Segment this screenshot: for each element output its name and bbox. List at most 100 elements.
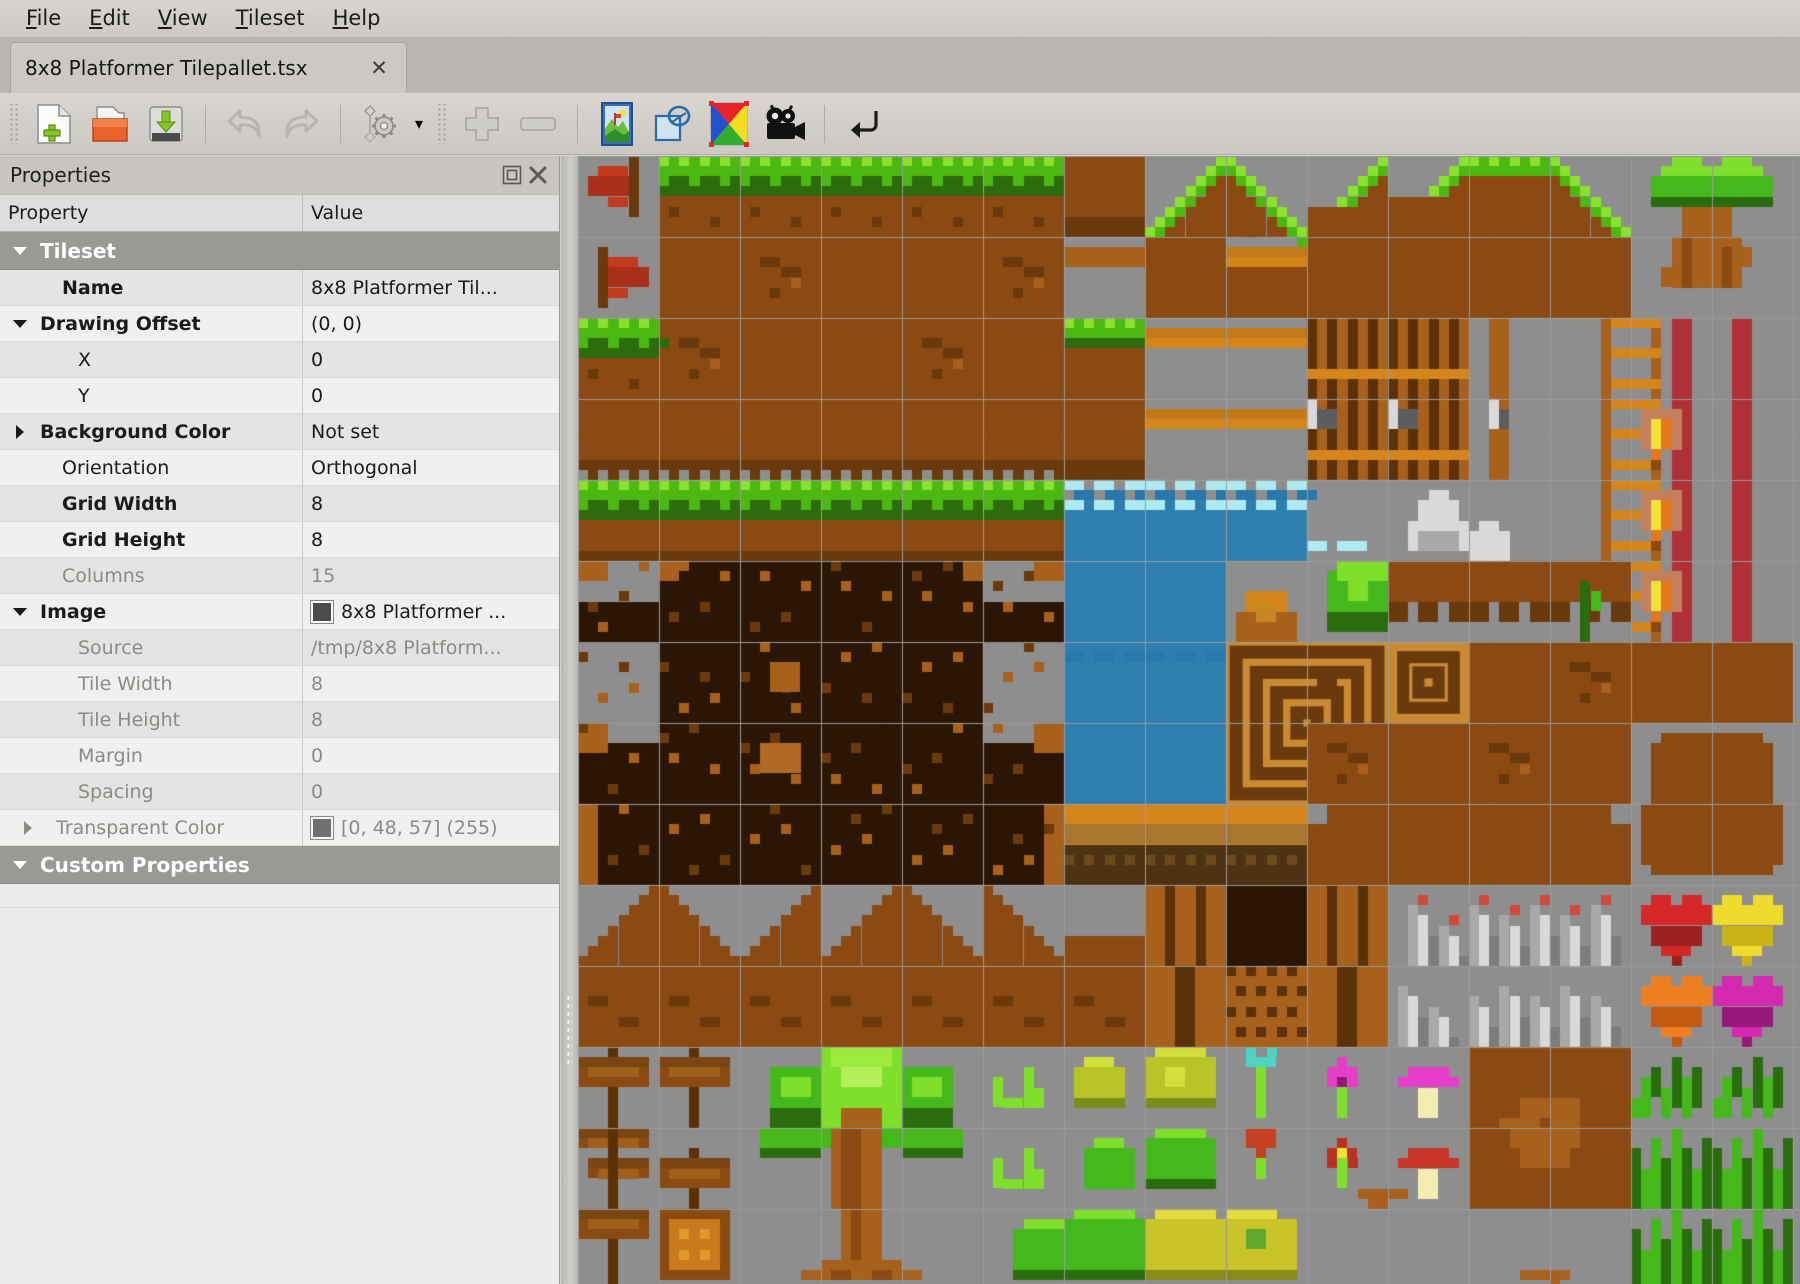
table-row[interactable]: Transparent Color [0, 48, 57] (255) [0,810,559,846]
property-value: 8 [311,673,323,695]
tile-collision-editor-icon[interactable] [647,98,699,150]
table-row[interactable]: Image 8x8 Platformer ... [0,594,559,630]
menu-tileset[interactable]: Tileset [222,6,319,31]
property-name: Grid Height [62,529,185,551]
redo-icon[interactable] [275,98,327,150]
main-toolbar: ▾ [0,93,1800,155]
tab-label: 8x8 Platformer Tilepallet.tsx [25,56,366,80]
tileset-image[interactable] [578,156,1800,1284]
property-value[interactable]: 8 [311,493,323,515]
custom-properties-empty-row[interactable] [0,884,559,908]
property-name: Spacing [78,781,154,803]
properties-dock: Properties Property Value Tileset [0,156,560,1284]
menu-view[interactable]: View [144,6,222,31]
transparent-color-swatch[interactable] [311,817,333,839]
panel-title: Properties [10,163,499,187]
table-row[interactable]: Columns 15 [0,558,559,594]
table-row[interactable]: Margin 0 [0,738,559,774]
property-value[interactable]: 8x8 Platformer ... [341,601,506,623]
vertical-splitter-handle[interactable] [561,156,578,1284]
property-name: Grid Width [62,493,177,515]
tab-tileset-document[interactable]: 8x8 Platformer Tilepallet.tsx ✕ [10,42,407,93]
toolbar-grip[interactable] [436,104,448,144]
save-icon[interactable] [140,98,192,150]
table-row[interactable]: Background Color Not set [0,414,559,450]
property-name: Drawing Offset [40,313,201,335]
property-value[interactable]: Orthogonal [311,457,418,479]
properties-table-header: Property Value [0,194,559,232]
table-row[interactable]: Y 0 [0,378,559,414]
table-row[interactable]: Orientation Orthogonal [0,450,559,486]
column-header-property[interactable]: Property [0,195,303,231]
chevron-down-icon[interactable] [0,320,40,328]
property-value: [0, 48, 57] (255) [341,817,498,839]
chevron-down-icon[interactable] [0,247,40,255]
chevron-down-icon[interactable] [0,608,40,616]
undo-icon[interactable] [219,98,271,150]
property-value[interactable]: 0 [311,385,323,407]
property-name: Tile Width [78,673,173,695]
remove-icon[interactable] [512,98,564,150]
tile-wang-color-icon[interactable] [703,98,755,150]
property-value[interactable]: Not set [311,421,379,443]
property-group-label: Custom Properties [40,853,250,877]
table-row[interactable]: Source /tmp/8x8 Platform... [0,630,559,666]
close-icon[interactable] [525,162,551,188]
property-name: Margin [78,745,143,767]
edit-tileset-icon[interactable] [591,98,643,150]
properties-dock-titlebar: Properties [0,156,559,194]
table-row[interactable]: Spacing 0 [0,774,559,810]
menu-help[interactable]: Help [319,6,395,31]
tab-bar: 8x8 Platformer Tilepallet.tsx ✕ [0,37,1800,93]
property-value: 8 [311,709,323,731]
property-value[interactable]: 8 [311,529,323,551]
chevron-down-icon[interactable] [0,861,40,869]
table-row[interactable]: Tile Height 8 [0,702,559,738]
table-row[interactable]: Name 8x8 Platformer Til... [0,270,559,306]
tiled-tileset-editor-window: File Edit View Tileset Help 8x8 Platform… [0,0,1800,1284]
open-file-icon[interactable] [84,98,136,150]
property-value[interactable]: (0, 0) [311,313,362,335]
tileset-view[interactable] [561,156,1800,1284]
property-group-tileset[interactable]: Tileset [0,232,559,270]
table-row[interactable]: X 0 [0,342,559,378]
image-thumbnail [311,601,333,623]
toolbar-separator [824,105,825,143]
table-row[interactable]: Grid Width 8 [0,486,559,522]
property-value[interactable]: 0 [311,349,323,371]
new-tileset-icon[interactable] [28,98,80,150]
property-name: Background Color [40,421,230,443]
property-name: Source [78,637,143,659]
property-name: X [78,349,91,371]
menu-edit[interactable]: Edit [75,6,144,31]
toolbar-separator [205,105,206,143]
undock-icon[interactable] [499,162,525,188]
property-value[interactable]: 8x8 Platformer Til... [311,277,498,299]
toolbar-separator [577,105,578,143]
property-name: Y [78,385,90,407]
menu-bar: File Edit View Tileset Help [0,0,1800,37]
tile-animation-editor-icon[interactable] [759,98,811,150]
column-header-value[interactable]: Value [303,195,559,231]
toolbar-separator [340,105,341,143]
go-back-icon[interactable] [838,98,890,150]
property-name: Tile Height [78,709,180,731]
table-row[interactable]: Tile Width 8 [0,666,559,702]
add-icon[interactable] [456,98,508,150]
property-value: 0 [311,781,323,803]
toolbar-grip[interactable] [8,104,20,144]
table-row[interactable]: Drawing Offset (0, 0) [0,306,559,342]
table-row[interactable]: Grid Height 8 [0,522,559,558]
edit-terrain-sets-icon[interactable] [354,98,406,150]
property-name: Image [40,601,106,623]
chevron-down-icon[interactable]: ▾ [410,98,428,150]
property-group-custom-properties[interactable]: Custom Properties [0,846,559,884]
chevron-right-icon[interactable] [0,821,56,835]
menu-file[interactable]: File [12,6,75,31]
close-icon[interactable]: ✕ [366,55,392,81]
property-name: Columns [62,565,145,587]
chevron-right-icon[interactable] [0,425,40,439]
property-name: Transparent Color [56,817,224,839]
property-value: /tmp/8x8 Platform... [311,637,502,659]
property-name: Name [62,277,123,299]
